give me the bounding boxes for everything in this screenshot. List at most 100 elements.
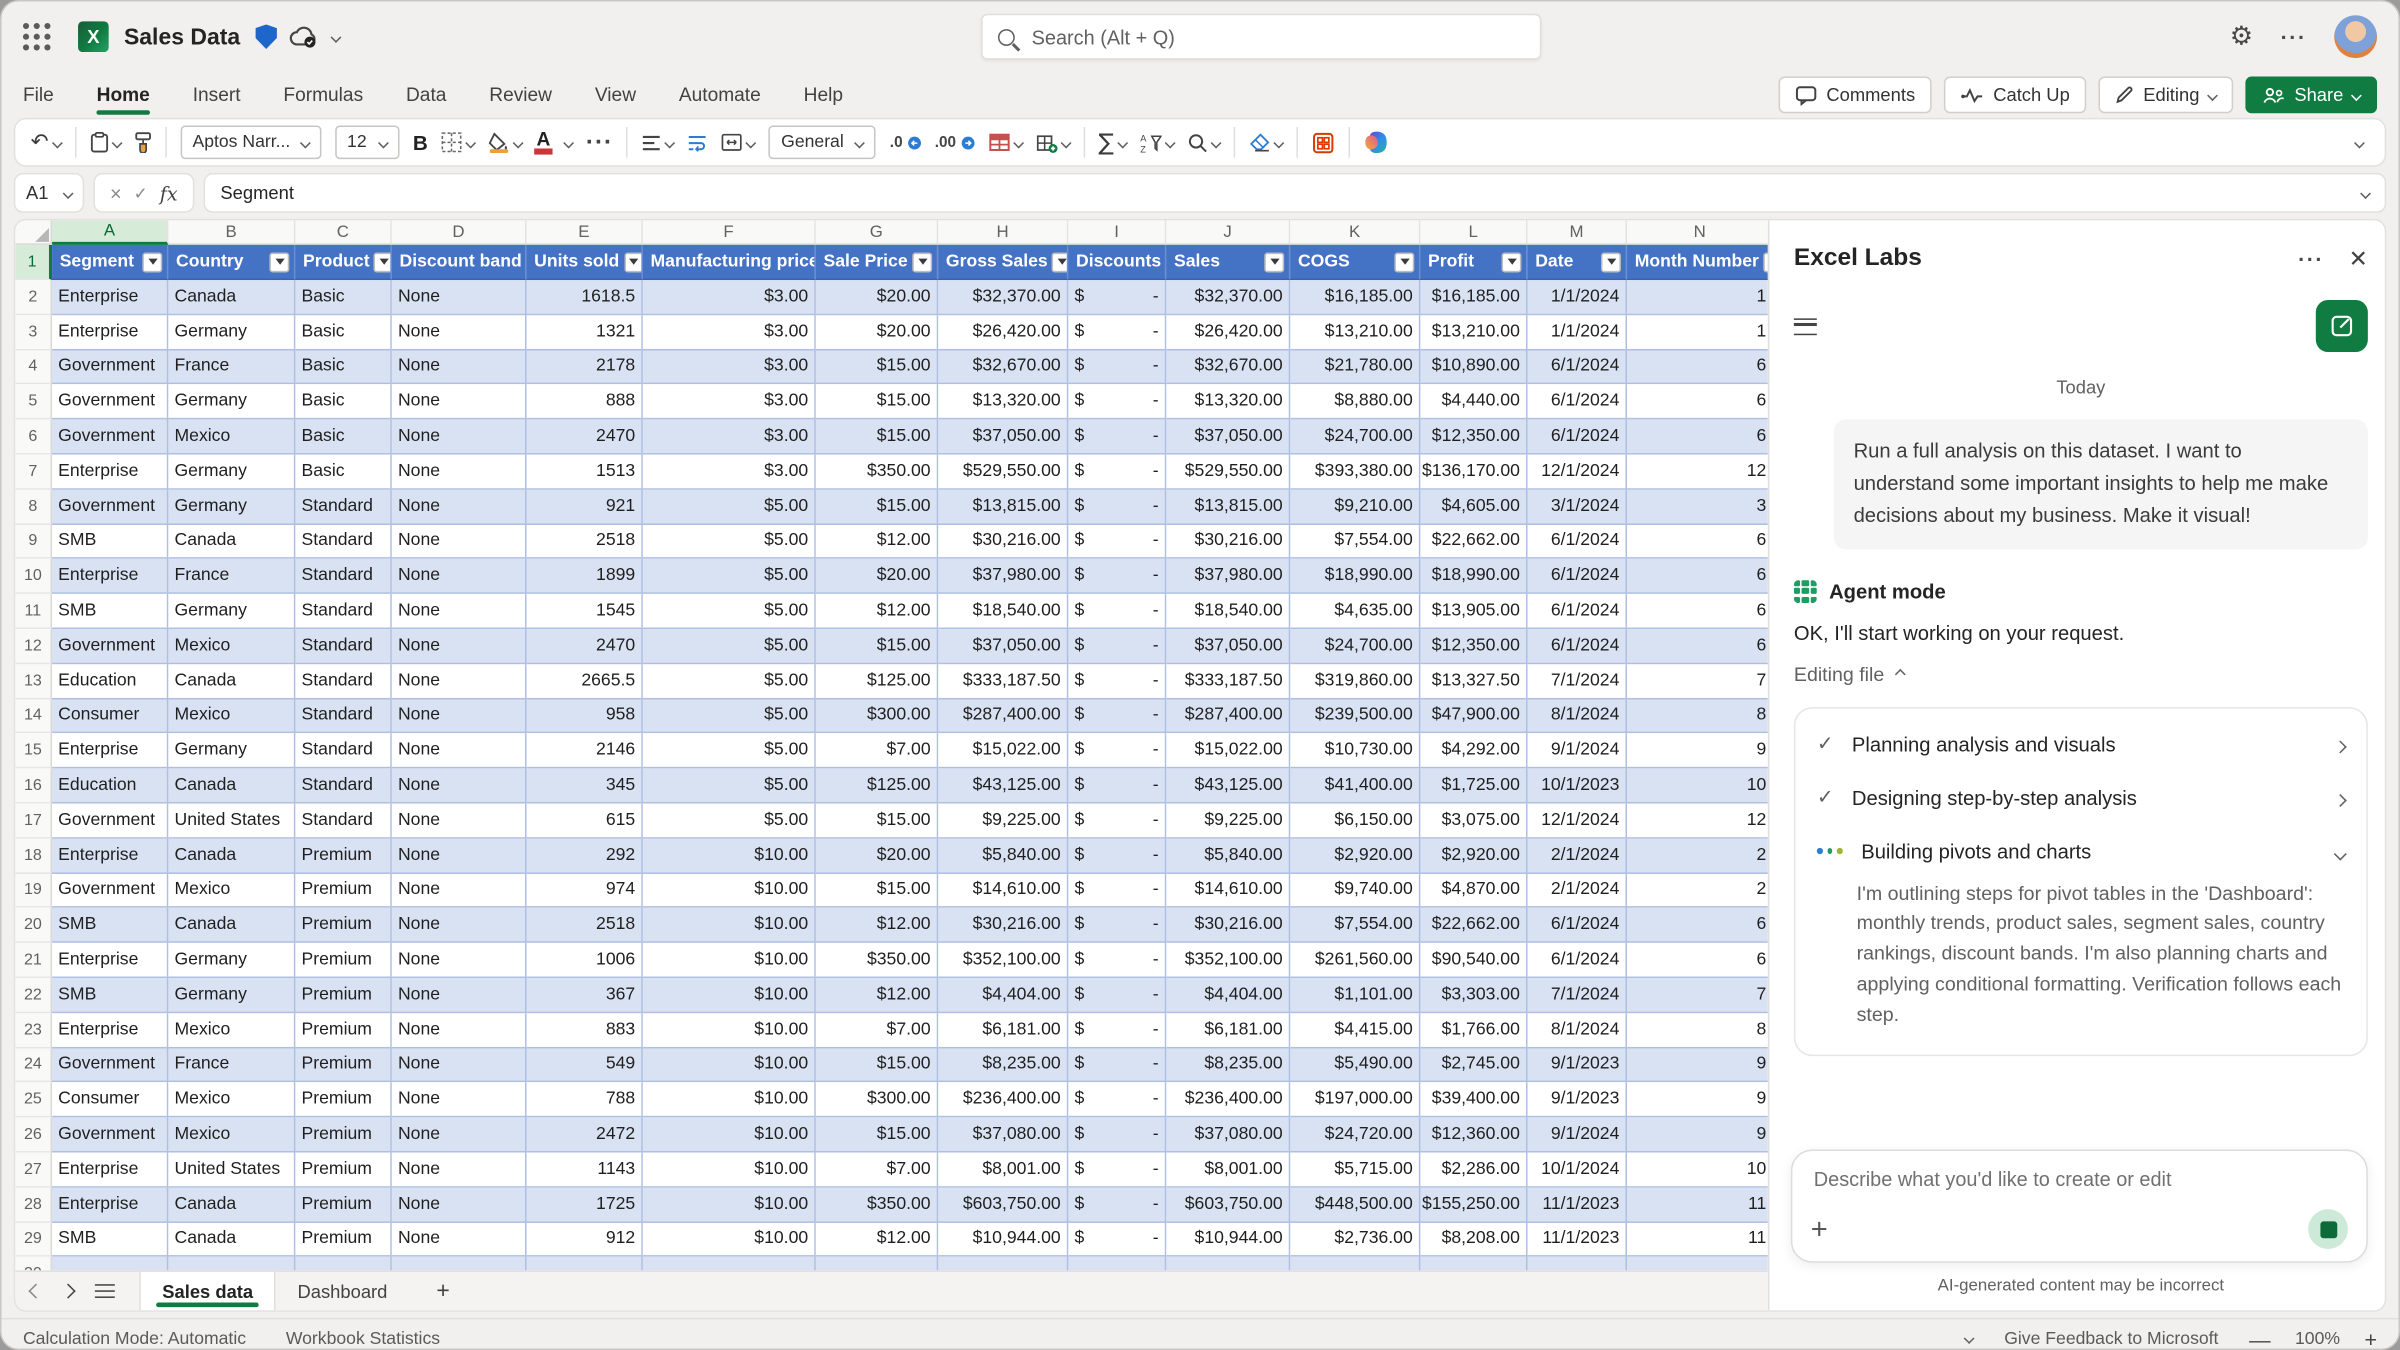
cell-K2[interactable]: $16,185.00 bbox=[1290, 280, 1420, 315]
cell-C17[interactable]: Standard bbox=[295, 803, 391, 838]
cell-A7[interactable]: Enterprise bbox=[52, 455, 168, 490]
cell-G15[interactable]: $7.00 bbox=[816, 734, 938, 769]
cell-L5[interactable]: $4,440.00 bbox=[1420, 385, 1527, 420]
autosave-cloud-icon[interactable] bbox=[289, 24, 320, 48]
menu-tab-automate[interactable]: Automate bbox=[679, 78, 761, 112]
cell-G3[interactable]: $20.00 bbox=[816, 315, 938, 350]
cell-L22[interactable]: $3,303.00 bbox=[1420, 978, 1527, 1013]
cell-L29[interactable]: $8,208.00 bbox=[1420, 1222, 1527, 1257]
cell-name-box[interactable]: A1 bbox=[14, 173, 84, 213]
row-number[interactable]: 19 bbox=[15, 873, 52, 908]
cell-G27[interactable]: $7.00 bbox=[816, 1152, 938, 1187]
column-header-C[interactable]: C bbox=[295, 220, 391, 244]
cell-G23[interactable]: $7.00 bbox=[816, 1013, 938, 1048]
cell-K8[interactable]: $9,210.00 bbox=[1290, 489, 1420, 524]
row-number[interactable]: 12 bbox=[15, 629, 52, 664]
cell-M13[interactable]: 7/1/2024 bbox=[1528, 664, 1627, 699]
cell-I12[interactable]: $- bbox=[1068, 629, 1166, 664]
cell-K11[interactable]: $4,635.00 bbox=[1290, 594, 1420, 629]
cell-I8[interactable]: $- bbox=[1068, 489, 1166, 524]
cell-N29[interactable]: 11 bbox=[1627, 1222, 1768, 1257]
header-cell-sale-price[interactable]: Sale Price bbox=[816, 245, 938, 280]
cell-G10[interactable]: $20.00 bbox=[816, 559, 938, 594]
cell-J27[interactable]: $8,001.00 bbox=[1166, 1152, 1290, 1187]
cell-I14[interactable]: $- bbox=[1068, 699, 1166, 734]
cell-K24[interactable]: $5,490.00 bbox=[1290, 1048, 1420, 1083]
cell-D27[interactable]: None bbox=[392, 1152, 527, 1187]
cell-M27[interactable]: 10/1/2024 bbox=[1528, 1152, 1627, 1187]
cell-B18[interactable]: Canada bbox=[168, 838, 295, 873]
row-number[interactable]: 13 bbox=[15, 664, 52, 699]
cell-H6[interactable]: $37,050.00 bbox=[938, 420, 1068, 455]
filter-button[interactable] bbox=[1052, 252, 1068, 272]
cell-E3[interactable]: 1321 bbox=[527, 315, 643, 350]
cell-J18[interactable]: $5,840.00 bbox=[1166, 838, 1290, 873]
merge-cells-button[interactable] bbox=[721, 133, 755, 151]
cell-L10[interactable]: $18,990.00 bbox=[1420, 559, 1527, 594]
cell-I20[interactable]: $- bbox=[1068, 908, 1166, 943]
cell-G7[interactable]: $350.00 bbox=[816, 455, 938, 490]
cell-N6[interactable]: 6 bbox=[1627, 420, 1768, 455]
cell-H24[interactable]: $8,235.00 bbox=[938, 1048, 1068, 1083]
cell-D28[interactable]: None bbox=[392, 1187, 527, 1222]
cell-D9[interactable]: None bbox=[392, 524, 527, 559]
sensitivity-shield-icon[interactable] bbox=[255, 24, 276, 48]
cell-E2[interactable]: 1618.5 bbox=[527, 280, 643, 315]
cell-N23[interactable]: 8 bbox=[1627, 1013, 1768, 1048]
cell-K22[interactable]: $1,101.00 bbox=[1290, 978, 1420, 1013]
cell-E23[interactable]: 883 bbox=[527, 1013, 643, 1048]
toolbar-more-icon[interactable]: ··· bbox=[585, 131, 612, 154]
cell-H18[interactable]: $5,840.00 bbox=[938, 838, 1068, 873]
bold-button[interactable]: B bbox=[413, 131, 428, 154]
cell-E26[interactable]: 2472 bbox=[527, 1118, 643, 1153]
cell-B16[interactable]: Canada bbox=[168, 769, 295, 804]
cell-H9[interactable]: $30,216.00 bbox=[938, 524, 1068, 559]
activity-toggle[interactable]: Editing file bbox=[1794, 662, 2368, 685]
cell-L3[interactable]: $13,210.00 bbox=[1420, 315, 1527, 350]
cell-G22[interactable]: $12.00 bbox=[816, 978, 938, 1013]
cell-E15[interactable]: 2146 bbox=[527, 734, 643, 769]
cell-D4[interactable]: None bbox=[392, 350, 527, 385]
cell-B6[interactable]: Mexico bbox=[168, 420, 295, 455]
cell-F4[interactable]: $3.00 bbox=[643, 350, 816, 385]
cell-N3[interactable]: 1 bbox=[1627, 315, 1768, 350]
share-button[interactable]: Share bbox=[2245, 77, 2377, 114]
cell-D21[interactable]: None bbox=[392, 943, 527, 978]
filter-button[interactable] bbox=[1502, 252, 1522, 272]
row-number[interactable]: 7 bbox=[15, 455, 52, 490]
cell-K27[interactable]: $5,715.00 bbox=[1290, 1152, 1420, 1187]
column-header-J[interactable]: J bbox=[1166, 220, 1290, 244]
column-headers[interactable]: ABCDEFGHIJKLMN bbox=[15, 220, 1768, 244]
cell-F17[interactable]: $5.00 bbox=[643, 803, 816, 838]
cell-L23[interactable]: $1,766.00 bbox=[1420, 1013, 1527, 1048]
cell-N28[interactable]: 11 bbox=[1627, 1187, 1768, 1222]
cell-H8[interactable]: $13,815.00 bbox=[938, 489, 1068, 524]
cell-F16[interactable]: $5.00 bbox=[643, 769, 816, 804]
cell-J13[interactable]: $333,187.50 bbox=[1166, 664, 1290, 699]
cell-J7[interactable]: $529,550.00 bbox=[1166, 455, 1290, 490]
cell-I6[interactable]: $- bbox=[1068, 420, 1166, 455]
copilot-button[interactable] bbox=[1363, 130, 1387, 154]
cell-A16[interactable]: Education bbox=[52, 769, 168, 804]
undo-button[interactable]: ↶ bbox=[31, 130, 61, 154]
row-number[interactable]: 23 bbox=[15, 1013, 52, 1048]
cell-I22[interactable]: $- bbox=[1068, 978, 1166, 1013]
cell-K14[interactable]: $239,500.00 bbox=[1290, 699, 1420, 734]
font-size-select[interactable]: 12 bbox=[335, 126, 399, 160]
column-header-E[interactable]: E bbox=[527, 220, 643, 244]
sheet-tab-dashboard[interactable]: Dashboard bbox=[276, 1272, 409, 1310]
cell-A24[interactable]: Government bbox=[52, 1048, 168, 1083]
formula-input[interactable]: Segment bbox=[204, 173, 2387, 213]
cell-F15[interactable]: $5.00 bbox=[643, 734, 816, 769]
cell-J21[interactable]: $352,100.00 bbox=[1166, 943, 1290, 978]
cell-C22[interactable]: Premium bbox=[295, 978, 391, 1013]
cell-B17[interactable]: United States bbox=[168, 803, 295, 838]
cell-L28[interactable]: $155,250.00 bbox=[1420, 1187, 1527, 1222]
cell-L9[interactable]: $22,662.00 bbox=[1420, 524, 1527, 559]
select-all-corner[interactable] bbox=[15, 220, 52, 244]
cell-M8[interactable]: 3/1/2024 bbox=[1528, 489, 1627, 524]
cell-I5[interactable]: $- bbox=[1068, 385, 1166, 420]
header-cell-country[interactable]: Country bbox=[168, 245, 295, 280]
all-sheets-icon[interactable] bbox=[95, 1284, 115, 1298]
cell-L8[interactable]: $4,605.00 bbox=[1420, 489, 1527, 524]
